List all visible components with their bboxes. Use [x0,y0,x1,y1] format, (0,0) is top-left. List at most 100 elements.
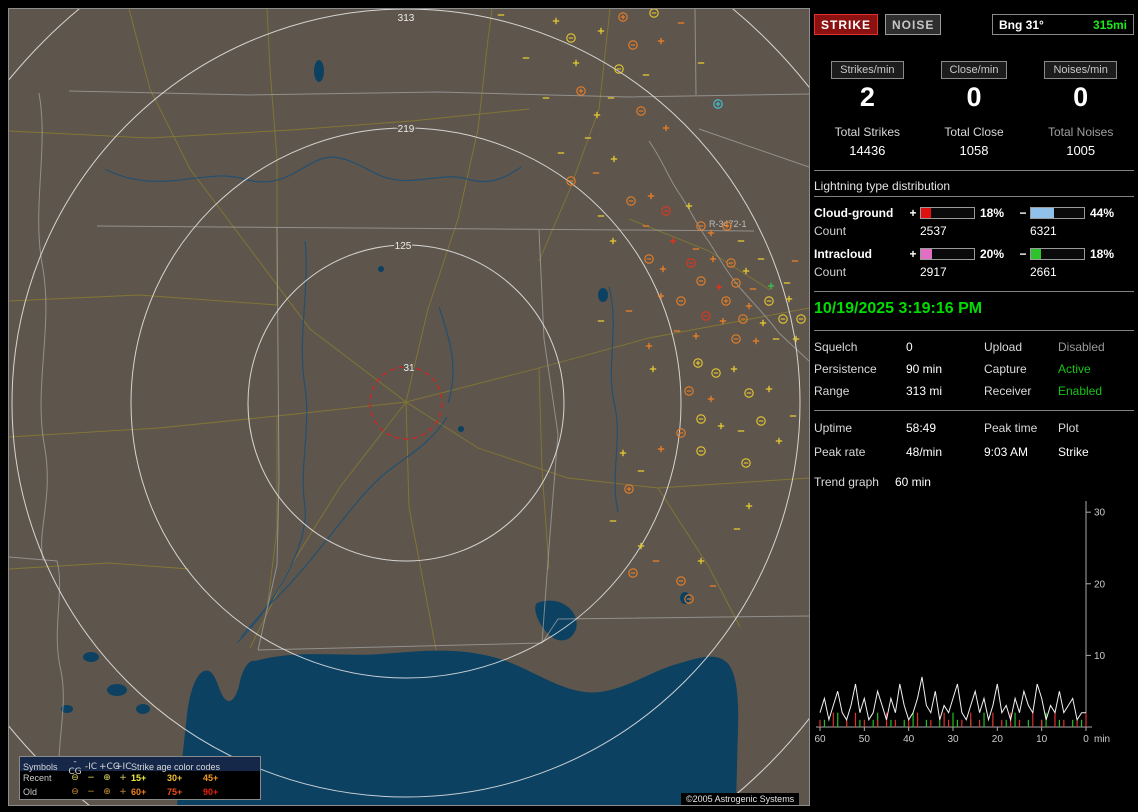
squelch-label: Squelch [814,340,858,354]
plus-icon: + [909,206,917,220]
total-close-value: 1058 [959,143,989,158]
cg-negative-pct: 44% [1090,206,1115,220]
svg-text:50: 50 [859,734,871,745]
intracloud-label: Intracloud [814,247,873,261]
legend-recent-label: Recent [23,773,52,783]
minus-icon: − [1019,206,1027,220]
range-label: Range [814,384,850,398]
strikes-per-min-box[interactable]: Strikes/min [831,61,904,79]
ic-positive-bar [920,248,975,260]
totals-row: Total Strikes 14436 Total Close 1058 Tot… [814,125,1134,158]
stats-grid: Uptime 58:49 Peak time Plot Peak rate 48… [814,421,1134,459]
noises-per-min-value: 0 [1073,82,1089,112]
persistence-value: 90 min [906,362,943,376]
divider [814,330,1134,331]
circle-plus-icon: ⊕ [103,787,111,797]
rate-boxes-row: Strikes/min Close/min Noises/min [814,61,1134,79]
cg-negative-count: 6321 [1030,224,1057,238]
circle-minus-icon: ⊖ [71,787,79,797]
total-noises-value: 1005 [1066,143,1096,158]
plot-label: Plot [1058,421,1079,435]
ic-positive-pct: 20% [980,247,1005,261]
svg-text:20: 20 [992,734,1004,745]
plus-icon: + [909,247,917,261]
svg-text:30: 30 [1094,508,1106,519]
trend-graph-header: Trend graph 60 min [814,475,1134,489]
peak-rate-label: Peak rate [814,445,866,459]
copyright: ©2005 Astrogenic Systems [681,793,800,805]
legend-col-neg-ic: -IC [84,762,98,772]
svg-text:125: 125 [395,241,412,252]
map-area[interactable]: 313 219 125 31 R-3472-1 Symbols -CG -IC … [8,8,810,806]
age-30: 30+ [167,773,183,783]
receiver-status: Enabled [1058,384,1103,398]
receiver-label: Receiver [984,384,1032,398]
status-panel: STRIKE NOISE Bng 31° 315mi Strikes/min C… [814,8,1134,804]
cg-negative-bar [1030,207,1085,219]
legend-recent-row: Recent ⊖ − ⊕ + 15+ 30+ 45+ [20,771,260,785]
intracloud-count-row: Count 2917 2661 [814,265,1134,279]
legend-header-row: Symbols -CG -IC +CG +IC Strike age color… [20,757,260,777]
svg-text:31: 31 [403,363,415,374]
datetime-display: 10/19/2025 3:19:16 PM [814,300,983,317]
cg-positive-bar [920,207,975,219]
total-strikes-label: Total Strikes [834,125,901,139]
age-15: 15+ [131,773,147,783]
trend-window-value: 60 min [894,475,931,489]
uptime-value: 58:49 [906,421,937,435]
mode-button-row: STRIKE NOISE Bng 31° 315mi [814,14,1134,35]
capture-status: Active [1058,362,1091,376]
minus-icon: − [87,773,95,783]
strike-legend: Symbols -CG -IC +CG +IC Strike age color… [19,756,261,800]
ic-positive-count: 2917 [920,265,947,279]
strike-button[interactable]: STRIKE [814,14,878,35]
count-label: Count [814,224,847,238]
plot-value: Strike [1058,445,1089,459]
age-90: 90+ [203,787,219,797]
circle-minus-icon: ⊖ [71,773,79,783]
rate-values-row: 2 0 0 [814,82,1134,113]
upload-status: Disabled [1058,340,1105,354]
bearing-readout: Bng 31° 315mi [992,14,1134,35]
divider [814,291,1134,292]
restricted-area-label: R-3472-1 [709,219,747,229]
divider [814,170,1134,171]
plus-icon: + [119,787,127,797]
age-45: 45+ [203,773,219,783]
minus-icon: − [87,787,95,797]
divider [814,410,1134,411]
capture-label: Capture [984,362,1027,376]
noise-button[interactable]: NOISE [885,14,941,35]
ic-negative-bar [1030,248,1085,260]
circle-plus-icon: ⊕ [103,773,111,783]
count-label: Count [814,265,847,279]
cloud-ground-count-row: Count 2537 6321 [814,224,1134,238]
peak-time-label: Peak time [984,421,1038,435]
peak-rate-value: 48/min [906,445,943,459]
svg-text:20: 20 [1094,579,1106,590]
close-per-min-box[interactable]: Close/min [940,61,1008,79]
noises-per-min-box[interactable]: Noises/min [1044,61,1117,79]
plus-icon: + [119,773,127,783]
lightning-map[interactable]: 313 219 125 31 R-3472-1 [9,9,809,805]
ic-negative-pct: 18% [1090,247,1115,261]
svg-text:10: 10 [1036,734,1048,745]
svg-text:0: 0 [1083,734,1089,745]
total-strikes-value: 14436 [849,143,886,158]
strikes-per-min-value: 2 [859,82,875,112]
age-60: 60+ [131,787,147,797]
minus-icon: − [1019,247,1027,261]
upload-label: Upload [984,340,1023,354]
svg-text:40: 40 [903,734,915,745]
range-value: 313 mi [906,384,943,398]
age-75: 75+ [167,787,183,797]
svg-text:min: min [1094,734,1110,745]
cg-positive-pct: 18% [980,206,1005,220]
close-per-min-value: 0 [966,82,982,112]
legend-col-pos-cg: +CG [99,762,120,772]
legend-old-row: Old ⊖ − ⊕ + 60+ 75+ 90+ [20,785,260,799]
cloud-ground-row: Cloud-ground + 18% − 44% [814,206,1134,220]
legend-symbols-header: Symbols [23,762,58,772]
settings-grid: Squelch 0 Upload Disabled Persistence 90… [814,340,1134,398]
bearing-label: Bng 31° [999,17,1044,32]
